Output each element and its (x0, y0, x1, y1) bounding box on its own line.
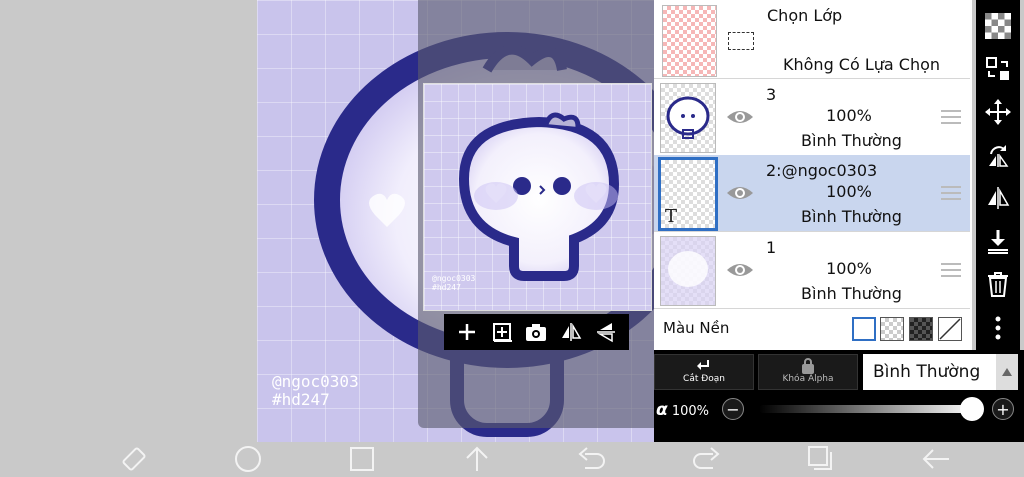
alpha-lock-button[interactable]: Khóa Alpha (758, 354, 858, 390)
visibility-eye-icon[interactable] (725, 183, 755, 203)
layer-blend-mode: Bình Thường (801, 207, 902, 226)
flip-horizontal-icon[interactable] (980, 180, 1016, 216)
preview-thumbnail[interactable]: @ngoc0303 #hd247 (423, 83, 652, 311)
background-color-label: Màu Nền (663, 319, 730, 337)
layer-blend-mode: Bình Thường (801, 284, 902, 303)
visibility-eye-icon[interactable] (725, 107, 755, 127)
preview-toolbar (444, 314, 629, 350)
drag-handle-icon[interactable] (940, 184, 962, 202)
bg-white-option[interactable] (852, 317, 876, 341)
bg-none-option[interactable] (938, 317, 962, 341)
canvas-watermark-handle: @ngoc0303 (272, 372, 359, 391)
alpha-value: 100% (671, 404, 709, 419)
camera-icon[interactable] (522, 318, 550, 346)
alpha-readout: α 100% (656, 400, 709, 420)
move-icon[interactable] (980, 94, 1016, 130)
bg-checker-light-option[interactable] (880, 317, 904, 341)
layer-name: 3 (766, 85, 777, 104)
layer-opacity: 100% (826, 182, 872, 201)
flip-vertical-icon[interactable] (592, 318, 620, 346)
right-toolbar (976, 0, 1020, 350)
layer-thumbnail: T (658, 157, 718, 231)
alpha-slider-track[interactable] (759, 405, 977, 413)
back-icon[interactable] (920, 444, 952, 474)
transform-icon[interactable] (980, 51, 1016, 87)
clip-button[interactable]: Cắt Đoạn (654, 354, 754, 390)
alpha-decrease-button[interactable]: − (722, 398, 744, 420)
layer-opacity: 100% (826, 106, 872, 125)
layer-panel: Chọn Lớp Không Có Lựa Chọn 3 100% Bình T… (654, 0, 972, 350)
alpha-symbol: α (656, 400, 668, 420)
selection-layer-row[interactable]: Chọn Lớp Không Có Lựa Chọn (654, 0, 970, 79)
selection-title: Chọn Lớp (767, 6, 843, 25)
alpha-lock-label: Khóa Alpha (782, 374, 834, 384)
flip-horizontal-icon[interactable] (557, 318, 585, 346)
blend-mode-select[interactable]: Bình Thường (863, 354, 996, 390)
up-arrow-icon[interactable] (461, 444, 493, 474)
bg-checker-dark-option[interactable] (909, 317, 933, 341)
layer-name: 2:@ngoc0303 (766, 161, 878, 180)
more-icon[interactable] (980, 310, 1016, 346)
checker-icon[interactable] (980, 8, 1016, 44)
layer-row[interactable]: 1 100% Bình Thường (654, 232, 970, 309)
undo-icon[interactable] (576, 444, 608, 474)
layer-controls: Cắt Đoạn Khóa Alpha Bình Thường α 100% −… (654, 350, 1024, 442)
redo-icon[interactable] (690, 444, 722, 474)
system-nav-bar (0, 442, 1024, 477)
layer-thumbnail (660, 236, 716, 306)
selection-marquee-icon (728, 32, 754, 50)
layer-blend-mode: Bình Thường (801, 131, 902, 150)
layers-icon[interactable] (805, 444, 837, 474)
canvas-watermark-tag: #hd247 (272, 390, 330, 409)
merge-down-icon[interactable] (980, 223, 1016, 259)
clip-label: Cắt Đoạn (683, 374, 725, 384)
add-layer-icon[interactable] (488, 318, 516, 346)
layer-row[interactable]: 3 100% Bình Thường (654, 79, 970, 156)
home-icon[interactable] (232, 444, 264, 474)
visibility-eye-icon[interactable] (725, 260, 755, 280)
rotate-icon[interactable] (980, 137, 1016, 173)
preview-watermark-tag: #hd247 (432, 283, 461, 292)
layer-opacity: 100% (826, 259, 872, 278)
recents-icon[interactable] (346, 444, 378, 474)
blend-mode-arrow-icon[interactable] (996, 354, 1018, 390)
preview-watermark-handle: @ngoc0303 (432, 274, 476, 283)
selection-status: Không Có Lựa Chọn (783, 55, 941, 74)
layer-row-selected[interactable]: T 2:@ngoc0303 100% Bình Thường (654, 155, 970, 232)
alpha-increase-button[interactable]: + (992, 398, 1014, 420)
rotate-screen-icon[interactable] (118, 444, 150, 474)
drag-handle-icon[interactable] (940, 108, 962, 126)
text-layer-icon: T (665, 206, 678, 227)
layer-name: 1 (766, 238, 777, 257)
layer-thumbnail (660, 83, 716, 153)
alpha-slider-thumb[interactable] (960, 397, 984, 421)
selection-thumbnail (662, 5, 717, 77)
trash-icon[interactable] (980, 266, 1016, 302)
drag-handle-icon[interactable] (940, 261, 962, 279)
plus-icon[interactable] (453, 318, 481, 346)
background-color-row: Màu Nền (654, 309, 970, 349)
